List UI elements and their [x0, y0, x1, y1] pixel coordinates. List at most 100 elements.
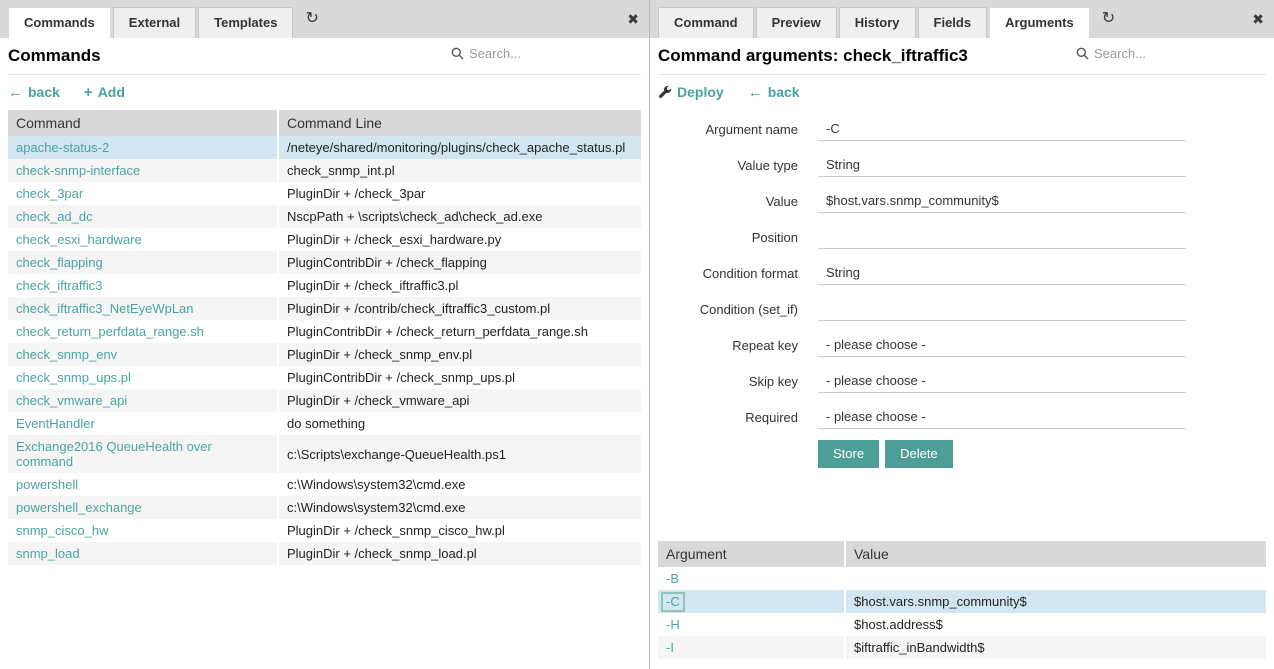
argument-name-input[interactable]: -C: [818, 116, 1186, 141]
argument-link[interactable]: -C: [661, 592, 685, 612]
command-link[interactable]: check_3par: [16, 186, 83, 201]
name-cell: check_esxi_hardware: [8, 228, 278, 251]
command-link[interactable]: EventHandler: [16, 416, 95, 431]
argument-link[interactable]: -H: [666, 617, 680, 632]
form-row: Argument name -C: [658, 116, 1266, 141]
table-row[interactable]: powershell_exchangec:\Windows\system32\c…: [8, 496, 641, 519]
delete-button[interactable]: Delete: [885, 440, 953, 468]
search-box: [451, 46, 641, 61]
tab-templates[interactable]: Templates: [198, 7, 293, 38]
name-cell: check_3par: [8, 182, 278, 205]
repeat-key-label: Repeat key: [658, 332, 798, 357]
tab-arguments[interactable]: Arguments: [989, 7, 1090, 38]
table-row[interactable]: check_snmp_ups.plPluginContribDir + /che…: [8, 366, 641, 389]
deploy-link[interactable]: Deploy: [658, 84, 724, 100]
command-link[interactable]: powershell: [16, 477, 78, 492]
value-cell: PluginContribDir + /check_return_perfdat…: [278, 320, 641, 343]
table-row[interactable]: snmp_loadPluginDir + /check_snmp_load.pl: [8, 542, 641, 565]
table-header-row: CommandCommand Line: [8, 110, 641, 136]
form-row: Condition (set_if): [658, 296, 1266, 321]
table-row[interactable]: EventHandler do something: [8, 412, 641, 435]
title-divider: [658, 74, 1266, 75]
back-link[interactable]: ←back: [8, 84, 60, 100]
table-row[interactable]: Exchange2016 QueueHealth over commandc:\…: [8, 435, 641, 473]
tab-preview[interactable]: Preview: [756, 7, 837, 38]
table-row[interactable]: check_iftraffic3PluginDir + /check_iftra…: [8, 274, 641, 297]
skip-key-select[interactable]: - please choose -: [818, 368, 1186, 393]
search-input[interactable]: [469, 46, 629, 61]
search-input[interactable]: [1094, 46, 1254, 61]
command-link[interactable]: snmp_cisco_hw: [16, 523, 109, 538]
form-row: Value $host.vars.snmp_community$: [658, 188, 1266, 213]
close-icon[interactable]: ✖: [627, 12, 639, 26]
condition-format-label: Condition format: [658, 260, 798, 285]
command-link[interactable]: check_return_perfdata_range.sh: [16, 324, 204, 339]
tab-history[interactable]: History: [839, 7, 916, 38]
command-link[interactable]: check_iftraffic3_NetEyeWpLan: [16, 301, 194, 316]
name-cell: powershell_exchange: [8, 496, 278, 519]
value-type-label: Value type: [658, 152, 798, 177]
table-row[interactable]: check_snmp_envPluginDir + /check_snmp_en…: [8, 343, 641, 366]
refresh-icon[interactable]: ↻: [1102, 11, 1115, 27]
condition-set-if-input[interactable]: [818, 296, 1186, 321]
name-cell: check_vmware_api: [8, 389, 278, 412]
command-link[interactable]: check_iftraffic3: [16, 278, 102, 293]
name-cell: EventHandler: [8, 412, 278, 435]
value-cell: c:\Windows\system32\cmd.exe: [278, 473, 641, 496]
command-link[interactable]: check_vmware_api: [16, 393, 127, 408]
table-row[interactable]: check_iftraffic3_NetEyeWpLanPluginDir + …: [8, 297, 641, 320]
back-arrow-icon: ←: [748, 85, 763, 100]
table-row[interactable]: apache-status-2/neteye/shared/monitoring…: [8, 136, 641, 159]
argument-name-label: Argument name: [658, 116, 798, 141]
command-link[interactable]: check_snmp_ups.pl: [16, 370, 131, 385]
value-type-select[interactable]: String: [818, 152, 1186, 177]
table-row[interactable]: check_vmware_apiPluginDir + /check_vmwar…: [8, 389, 641, 412]
table-row[interactable]: powershell c:\Windows\system32\cmd.exe: [8, 473, 641, 496]
back-link[interactable]: ←back: [748, 84, 800, 100]
refresh-icon[interactable]: ↻: [305, 11, 318, 27]
argument-link[interactable]: -B: [666, 571, 679, 586]
table-row[interactable]: -C$host.vars.snmp_community$: [658, 590, 1266, 613]
table-row[interactable]: check_ad_dcNscpPath + \scripts\check_ad\…: [8, 205, 641, 228]
command-link[interactable]: check_flapping: [16, 255, 103, 270]
command-link[interactable]: Exchange2016 QueueHealth over command: [16, 439, 212, 469]
table-row[interactable]: -I $iftraffic_inBandwidth$: [658, 636, 1266, 659]
command-link[interactable]: apache-status-2: [16, 140, 109, 155]
table-row[interactable]: check-snmp-interfacecheck_snmp_int.pl: [8, 159, 641, 182]
search-icon: [1076, 47, 1089, 60]
value-input[interactable]: $host.vars.snmp_community$: [818, 188, 1186, 213]
name-cell: -B: [658, 567, 845, 590]
name-cell: powershell: [8, 473, 278, 496]
value-label: Value: [658, 188, 798, 213]
command-link[interactable]: check_snmp_env: [16, 347, 117, 362]
required-select[interactable]: - please choose -: [818, 404, 1186, 429]
store-button[interactable]: Store: [818, 440, 879, 468]
table-row[interactable]: snmp_cisco_hwPluginDir + /check_snmp_cis…: [8, 519, 641, 542]
value-cell: $iftraffic_inBandwidth$: [845, 636, 1266, 659]
add-link[interactable]: +Add: [84, 84, 125, 100]
tab-commands[interactable]: Commands: [8, 7, 111, 38]
table-row[interactable]: check_3parPluginDir + /check_3par: [8, 182, 641, 205]
tab-external[interactable]: External: [113, 7, 196, 38]
command-link[interactable]: check_esxi_hardware: [16, 232, 142, 247]
repeat-key-select[interactable]: - please choose -: [818, 332, 1186, 357]
tab-fields[interactable]: Fields: [918, 7, 988, 38]
condition-format-select[interactable]: String: [818, 260, 1186, 285]
table-row[interactable]: check_esxi_hardwarePluginDir + /check_es…: [8, 228, 641, 251]
title-divider: [8, 74, 641, 75]
left-content: Commands ←back +Add CommandCommand Line …: [0, 38, 649, 573]
value-cell: do something: [278, 412, 641, 435]
position-input[interactable]: [818, 224, 1186, 249]
table-row[interactable]: -B: [658, 567, 1266, 590]
table-row[interactable]: check_return_perfdata_range.sh PluginCont…: [8, 320, 641, 343]
command-link[interactable]: snmp_load: [16, 546, 80, 561]
value-cell: PluginContribDir + /check_flapping: [278, 251, 641, 274]
command-link[interactable]: check-snmp-interface: [16, 163, 140, 178]
close-icon[interactable]: ✖: [1252, 12, 1264, 26]
command-link[interactable]: powershell_exchange: [16, 500, 142, 515]
tab-command[interactable]: Command: [658, 7, 754, 38]
table-row[interactable]: -H$host.address$: [658, 613, 1266, 636]
command-link[interactable]: check_ad_dc: [16, 209, 93, 224]
argument-link[interactable]: -I: [666, 640, 674, 655]
table-row[interactable]: check_flapping PluginContribDir + /check_…: [8, 251, 641, 274]
